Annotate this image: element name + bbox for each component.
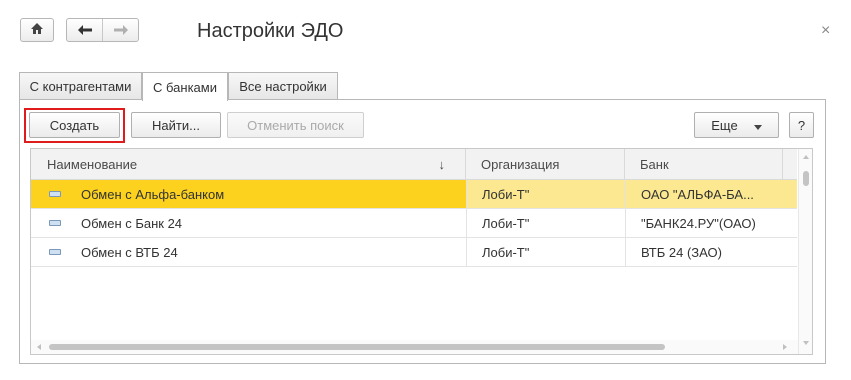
cell-organization: Лоби-Т" [466,209,625,237]
cell-name: Обмен с ВТБ 24 [31,238,466,266]
scroll-down-arrow-icon[interactable] [803,341,809,345]
table-row[interactable]: Обмен с Банк 24 Лоби-Т" "БАНК24.РУ"(ОАО) [31,209,797,238]
back-button[interactable] [67,19,103,41]
table-row[interactable]: Обмен с ВТБ 24 Лоби-Т" ВТБ 24 (ЗАО) [31,238,797,267]
sort-down-icon: ↓ [438,156,446,172]
tab-all-settings[interactable]: Все настройки [228,72,338,100]
cancel-search-button[interactable]: Отменить поиск [227,112,364,138]
close-icon[interactable]: × [821,22,830,40]
dropdown-arrow-icon [753,118,762,133]
arrow-right-icon [113,23,128,38]
horizontal-scroll-thumb[interactable] [49,344,665,350]
cell-bank: ВТБ 24 (ЗАО) [625,238,797,266]
scroll-up-arrow-icon[interactable] [803,155,809,159]
help-button[interactable]: ? [789,112,814,138]
cell-name: Обмен с Альфа-банком [31,180,466,208]
back-forward-group [66,18,139,42]
exchange-setting-icon [49,191,61,197]
page-title: Настройки ЭДО [197,20,344,42]
more-button[interactable]: Еще [694,112,779,138]
scroll-right-arrow-icon[interactable] [783,344,787,350]
column-header-name-label: Наименование [47,156,138,172]
column-header-bank[interactable]: Банк [625,149,783,180]
home-icon [30,22,44,38]
cell-bank: "БАНК24.РУ"(ОАО) [625,209,797,237]
column-header-organization[interactable]: Организация [466,149,625,180]
scroll-left-arrow-icon[interactable] [37,344,41,350]
forward-button[interactable] [103,19,138,41]
horizontal-scrollbar[interactable] [31,340,798,354]
cell-name-text: Обмен с ВТБ 24 [81,244,178,260]
find-button[interactable]: Найти... [131,112,221,138]
cell-bank: ОАО "АЛЬФА-БА... [625,180,797,208]
bank-settings-table: Наименование ↓ Организация Банк Обмен с … [30,148,813,355]
exchange-setting-icon [49,220,61,226]
table-row[interactable]: Обмен с Альфа-банком Лоби-Т" ОАО "АЛЬФА-… [31,180,797,209]
cell-name: Обмен с Банк 24 [31,209,466,237]
tab-banks[interactable]: С банками [142,72,228,101]
cell-organization: Лоби-Т" [466,180,625,208]
cell-name-text: Обмен с Альфа-банком [81,186,225,202]
cell-organization: Лоби-Т" [466,238,625,266]
vertical-scroll-thumb[interactable] [803,171,809,186]
create-button[interactable]: Создать [29,112,120,138]
more-button-label: Еще [711,117,738,133]
tab-counterparties[interactable]: С контрагентами [19,72,142,100]
arrow-left-icon [77,23,92,38]
exchange-setting-icon [49,249,61,255]
column-header-filler [783,149,797,180]
column-header-name[interactable]: Наименование ↓ [31,149,466,180]
vertical-scrollbar[interactable] [798,149,812,354]
cell-name-text: Обмен с Банк 24 [81,215,183,231]
home-button[interactable] [20,18,54,42]
